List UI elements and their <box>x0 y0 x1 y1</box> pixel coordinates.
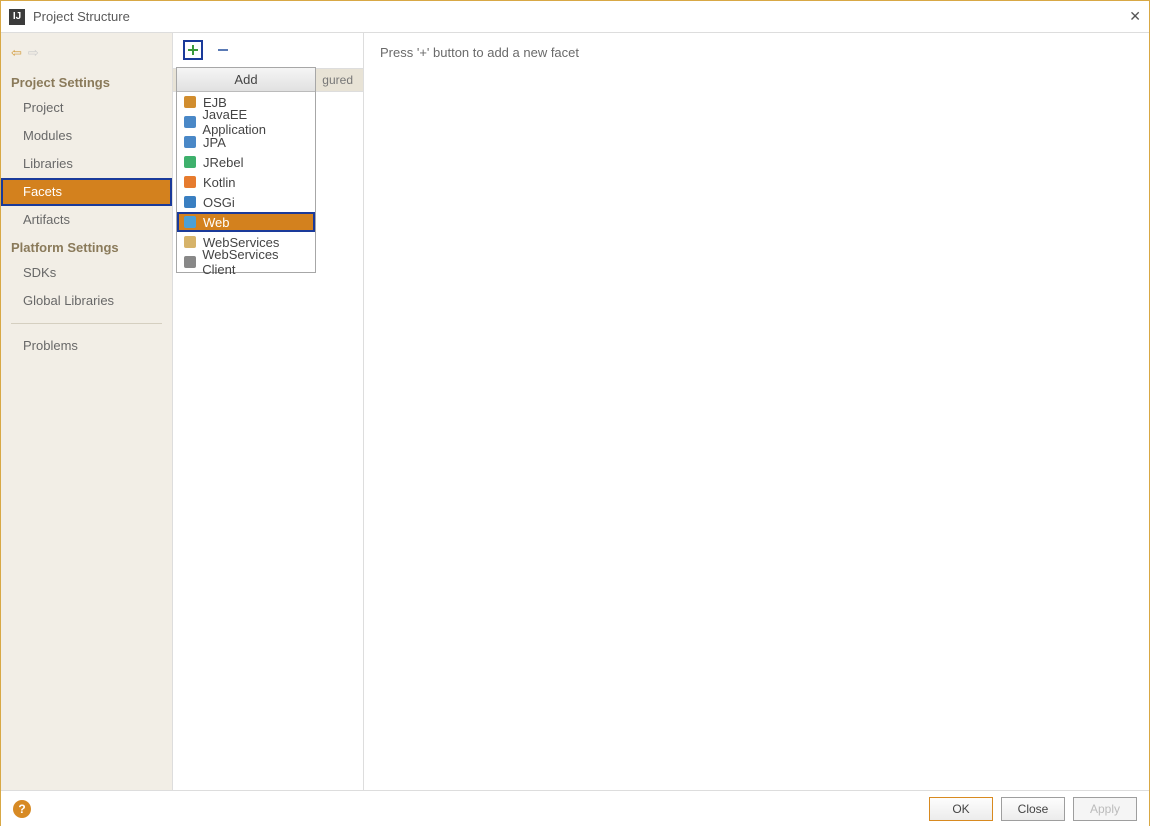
add-facet-dropdown: Add EJBJavaEE ApplicationJPAJRebelKotlin… <box>176 67 316 273</box>
kotlin-icon <box>183 175 197 189</box>
plus-icon <box>187 44 199 56</box>
forward-arrow-icon[interactable]: ⇨ <box>28 45 39 61</box>
webservices-icon <box>183 235 197 249</box>
dropdown-title: Add <box>177 68 315 92</box>
sidebar-item-modules[interactable]: Modules <box>1 122 172 150</box>
dropdown-item-jrebel[interactable]: JRebel <box>177 152 315 172</box>
dropdown-item-label: OSGi <box>203 195 235 210</box>
jpa-icon <box>183 135 197 149</box>
footer: ? OK Close Apply <box>1 790 1149 826</box>
ok-button[interactable]: OK <box>929 797 993 821</box>
main-hint: Press '+' button to add a new facet <box>380 45 1133 60</box>
dropdown-item-javaee-application[interactable]: JavaEE Application <box>177 112 315 132</box>
web-icon <box>183 215 197 229</box>
sidebar-divider <box>11 323 162 324</box>
help-icon[interactable]: ? <box>13 800 31 818</box>
middle-panel: gured Add EJBJavaEE ApplicationJPAJRebel… <box>173 33 363 790</box>
jrebel-icon <box>183 155 197 169</box>
section-platform-settings: Platform Settings <box>1 234 172 259</box>
webservices-client-icon <box>183 255 196 269</box>
dropdown-item-webservices-client[interactable]: WebServices Client <box>177 252 315 272</box>
apply-button[interactable]: Apply <box>1073 797 1137 821</box>
close-button[interactable]: Close <box>1001 797 1065 821</box>
sidebar-item-libraries[interactable]: Libraries <box>1 150 172 178</box>
dropdown-item-label: Web <box>203 215 230 230</box>
dropdown-item-label: WebServices Client <box>202 247 309 277</box>
nav-arrows: ⇦ ⇨ <box>1 39 172 69</box>
dropdown-item-label: JavaEE Application <box>202 107 309 137</box>
section-project-settings: Project Settings <box>1 69 172 94</box>
add-button[interactable] <box>183 40 203 60</box>
sidebar-item-artifacts[interactable]: Artifacts <box>1 206 172 234</box>
dropdown-item-web[interactable]: Web <box>177 212 315 232</box>
sidebar-item-problems[interactable]: Problems <box>1 332 172 360</box>
dropdown-item-kotlin[interactable]: Kotlin <box>177 172 315 192</box>
body: ⇦ ⇨ Project Settings ProjectModulesLibra… <box>1 33 1149 790</box>
sidebar: ⇦ ⇨ Project Settings ProjectModulesLibra… <box>1 33 173 790</box>
sidebar-item-global-libraries[interactable]: Global Libraries <box>1 287 172 315</box>
ejb-icon <box>183 95 197 109</box>
dropdown-item-label: JRebel <box>203 155 243 170</box>
back-arrow-icon[interactable]: ⇦ <box>11 45 22 61</box>
minus-icon <box>217 44 229 56</box>
javaee-application-icon <box>183 115 196 129</box>
app-icon: IJ <box>9 9 25 25</box>
remove-button[interactable] <box>213 40 233 60</box>
dropdown-item-label: Kotlin <box>203 175 236 190</box>
main-panel: Press '+' button to add a new facet <box>363 33 1149 790</box>
osgi-icon <box>183 195 197 209</box>
titlebar: IJ Project Structure ✕ <box>1 1 1149 33</box>
window-title: Project Structure <box>33 9 130 24</box>
sidebar-item-sdks[interactable]: SDKs <box>1 259 172 287</box>
close-icon[interactable]: ✕ <box>1129 8 1141 25</box>
sidebar-item-project[interactable]: Project <box>1 94 172 122</box>
dropdown-item-label: JPA <box>203 135 226 150</box>
dropdown-item-osgi[interactable]: OSGi <box>177 192 315 212</box>
sidebar-item-facets[interactable]: Facets <box>1 178 172 206</box>
middle-toolbar <box>173 33 363 66</box>
